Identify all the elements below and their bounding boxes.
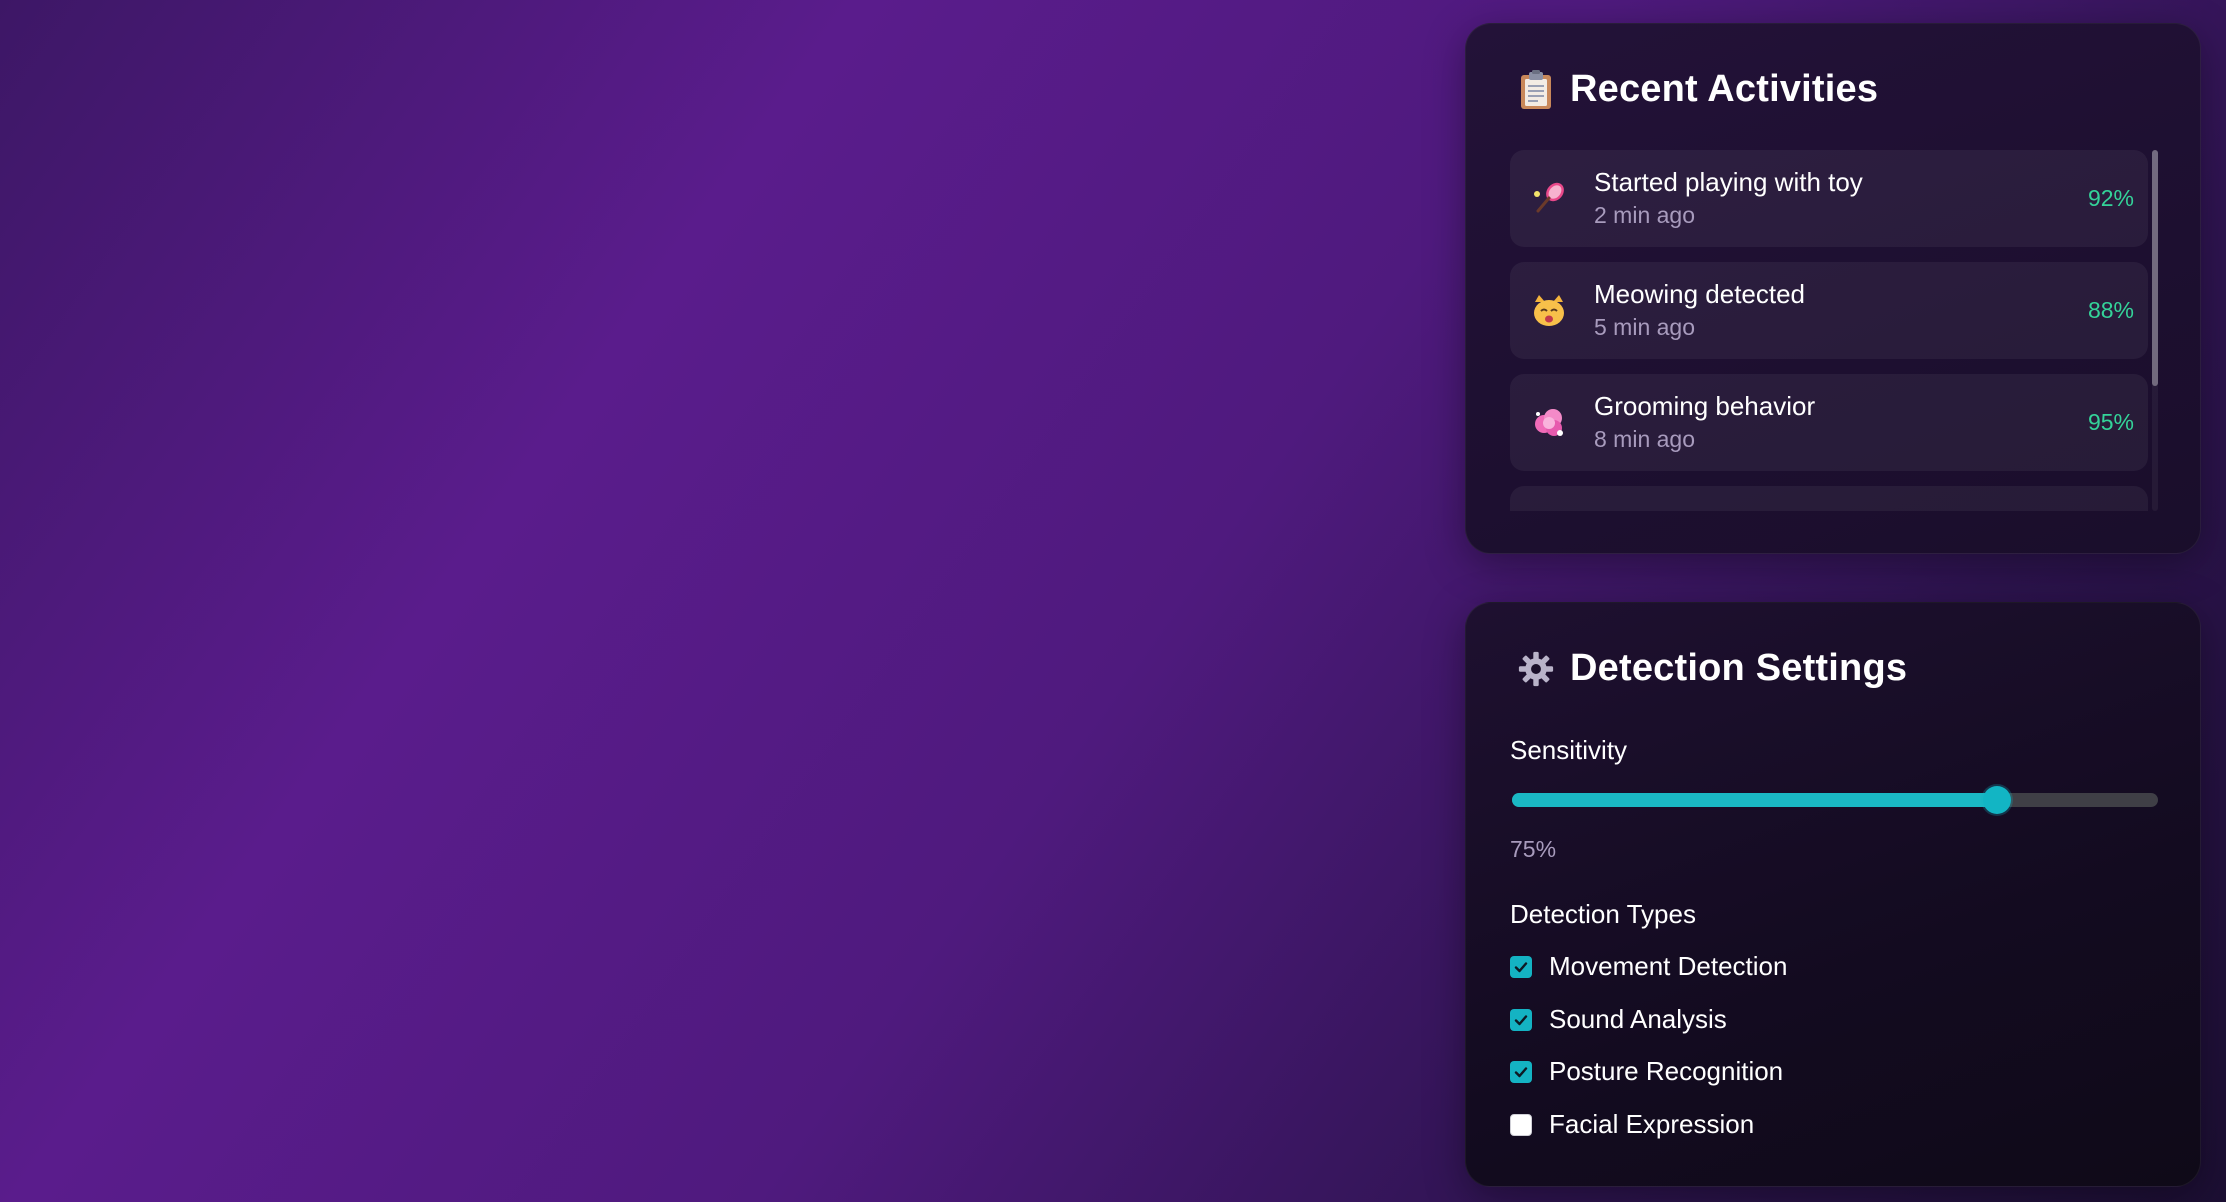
checkbox-label: Posture Recognition: [1549, 1056, 1784, 1086]
detection-types-label: Detection Types: [1510, 899, 1696, 929]
recent-activities-header: Recent Activities: [1518, 68, 1878, 111]
checkbox-facial-expression[interactable]: Facial Expression: [1510, 1109, 1754, 1140]
activity-list-scrollbar[interactable]: [2152, 150, 2158, 511]
badminton-racket-icon: [1534, 182, 1564, 213]
sensitivity-slider[interactable]: [1512, 793, 2158, 807]
checkbox-posture-recognition[interactable]: Posture Recognition: [1510, 1056, 1783, 1087]
activity-title: Grooming behavior: [1594, 391, 1816, 421]
activity-confidence: 92%: [2087, 185, 2134, 211]
detection-settings-title: Detection Settings: [1570, 647, 1908, 689]
checkmark-icon: [1514, 1066, 1528, 1077]
activity-item-partial[interactable]: [1510, 486, 2148, 511]
checkbox-label: Sound Analysis: [1549, 1004, 1727, 1034]
activity-title: Started playing with toy: [1594, 167, 1863, 197]
cat-face-icon: [1534, 295, 1564, 326]
sensitivity-label: Sensitivity: [1510, 735, 1628, 765]
checkmark-icon: [1514, 1014, 1528, 1025]
recent-activities-title: Recent Activities: [1570, 68, 1879, 110]
clipboard-icon: [1521, 69, 1551, 109]
activity-confidence: 88%: [2087, 297, 2134, 323]
detection-settings-panel: Detection Settings Sensitivity 75% Detec…: [1465, 602, 2201, 1187]
sensitivity-slider-thumb[interactable]: [1982, 786, 2011, 814]
activity-title: Meowing detected: [1594, 279, 1806, 309]
activity-item[interactable]: Started playing with toy 2 min ago 92%: [1510, 150, 2148, 247]
activity-time: 5 min ago: [1594, 314, 1696, 340]
checkmark-icon: [1514, 961, 1528, 972]
checkbox-label: Facial Expression: [1549, 1109, 1755, 1139]
activity-item[interactable]: Meowing detected 5 min ago 88%: [1510, 262, 2148, 359]
pink-bubble-icon: [1535, 409, 1563, 436]
detection-settings-header: Detection Settings: [1518, 647, 1907, 690]
checkbox-icon[interactable]: [1510, 1113, 1532, 1136]
activity-list[interactable]: Started playing with toy 2 min ago 92% M…: [1510, 150, 2158, 511]
activity-confidence: 95%: [2087, 409, 2134, 435]
checkbox-icon[interactable]: [1510, 1008, 1532, 1031]
activity-item[interactable]: Grooming behavior 8 min ago 95%: [1510, 374, 2148, 471]
checkbox-label: Movement Detection: [1549, 951, 1788, 981]
recent-activities-panel: Recent Activities Started playing with t…: [1465, 23, 2201, 554]
activity-time: 2 min ago: [1594, 202, 1696, 228]
scrollbar-thumb[interactable]: [2152, 150, 2158, 386]
checkbox-icon[interactable]: [1510, 1060, 1532, 1083]
activity-time: 8 min ago: [1594, 426, 1696, 452]
sensitivity-slider-fill: [1512, 793, 1997, 807]
checkbox-movement-detection[interactable]: Movement Detection: [1510, 951, 1787, 982]
checkbox-icon[interactable]: [1510, 955, 1532, 978]
gear-icon: [1518, 651, 1554, 686]
checkbox-sound-analysis[interactable]: Sound Analysis: [1510, 1004, 1727, 1035]
sensitivity-value: 75%: [1510, 836, 1557, 862]
